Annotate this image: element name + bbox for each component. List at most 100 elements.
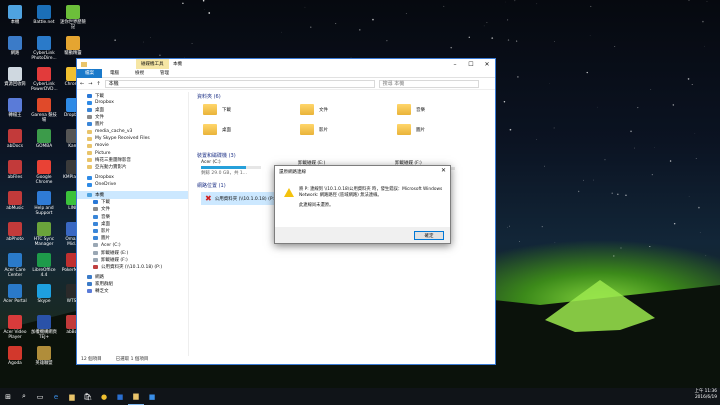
- start-icon[interactable]: ⊞: [0, 388, 16, 405]
- group-network[interactable]: 網路位置 (1): [193, 181, 226, 189]
- folder-item[interactable]: 影片: [300, 124, 328, 135]
- desktop-icon[interactable]: 本機: [2, 5, 28, 25]
- app-icon: [8, 222, 22, 236]
- nav-item[interactable]: OneDrive: [77, 181, 188, 188]
- desktop-icon[interactable]: 加權機構網頁TEJ+: [31, 315, 57, 340]
- nav-icon: [87, 182, 92, 187]
- group-folders[interactable]: 資料夾 (6): [193, 92, 493, 100]
- nav-item[interactable]: 公用資料夾 (\\10.1.0.18) (P:): [77, 263, 188, 270]
- search-input[interactable]: 搜尋 本機: [378, 79, 479, 88]
- back-icon[interactable]: ←: [80, 81, 84, 87]
- nav-item[interactable]: movie: [77, 142, 188, 149]
- explorer-active-icon[interactable]: ▆: [128, 388, 144, 405]
- desktop-icon[interactable]: Acer Care Center: [2, 253, 28, 278]
- desktop-icon[interactable]: GOMBA: [31, 129, 57, 149]
- desktop-icon[interactable]: CyberLink PowerDVD...: [31, 67, 58, 92]
- tab-computer[interactable]: 電腦: [102, 70, 127, 76]
- contextual-tab[interactable]: 磁碟機工具: [136, 59, 169, 69]
- close-button[interactable]: ✕: [479, 59, 495, 69]
- navigation-pane[interactable]: 下載 Dropbox 桌面 文件 圖片 media_cache_v3 My Skype Re…: [77, 92, 189, 356]
- edge-icon[interactable]: e: [48, 388, 64, 405]
- desktop-icon[interactable]: abDocs: [2, 129, 28, 149]
- store-icon[interactable]: 🛍: [80, 388, 96, 405]
- desktop-icon[interactable]: 網路: [2, 36, 28, 56]
- nav-icon: [87, 289, 92, 294]
- nav-item[interactable]: 圖片: [77, 235, 188, 242]
- search-icon[interactable]: ⌕: [16, 388, 32, 405]
- address-field[interactable]: 本機: [104, 79, 375, 88]
- desktop-icon[interactable]: Acer Video Player: [2, 315, 28, 340]
- desktop-icon[interactable]: abPhoto: [2, 222, 28, 242]
- desktop-icon[interactable]: Acer Portal: [2, 284, 28, 304]
- desktop-icon[interactable]: LibreOffice 4.4: [31, 253, 57, 278]
- desktop-icon[interactable]: 迷你世界歷險記: [60, 5, 86, 30]
- folder-item[interactable]: 音樂: [397, 104, 425, 115]
- network-drive-item[interactable]: ✖ 公用資料夾 (\\10.1.0.18) (P:): [201, 192, 280, 205]
- nav-item[interactable]: 文件: [77, 206, 188, 213]
- nav-item[interactable]: 文件: [77, 114, 188, 121]
- nav-item[interactable]: Dropbox: [77, 99, 188, 106]
- nav-item[interactable]: 桌面: [77, 106, 188, 113]
- desktop-icon[interactable]: Garena 競技場: [31, 98, 57, 123]
- forward-icon[interactable]: →: [88, 81, 92, 87]
- nav-icon: [93, 228, 98, 233]
- task-view-icon[interactable]: ▭: [32, 388, 48, 405]
- desktop-icon[interactable]: Google Chrome: [31, 160, 57, 185]
- nav-icon: [87, 143, 92, 148]
- nav-item[interactable]: 下載: [77, 199, 188, 206]
- outlook-icon[interactable]: ■: [112, 388, 128, 405]
- maximize-button[interactable]: ☐: [463, 59, 479, 69]
- chrome-icon[interactable]: ●: [96, 388, 112, 405]
- desktop-icon[interactable]: Agoda: [2, 346, 28, 366]
- nav-item[interactable]: media_cache_v3: [77, 128, 188, 135]
- tab-file[interactable]: 檔案: [77, 68, 102, 78]
- nav-item[interactable]: My Skype Received Files: [77, 135, 188, 142]
- title-bar[interactable]: 磁碟機工具 本機 – ☐ ✕: [77, 59, 495, 69]
- nav-item[interactable]: 影片: [77, 227, 188, 234]
- desktop-icon[interactable]: 驅動精靈: [60, 36, 86, 56]
- nav-item[interactable]: 下載: [77, 92, 188, 99]
- drive-item[interactable]: Acer (C:) 剩餘 29.0 GB，共 1...: [201, 160, 261, 176]
- nav-item[interactable]: 卸載磁碟 (F:): [77, 256, 188, 263]
- tab-manage[interactable]: 管理: [152, 70, 177, 76]
- nav-item[interactable]: Picture: [77, 150, 188, 157]
- desktop-icon[interactable]: HTC Sync Manager: [31, 222, 57, 247]
- close-icon[interactable]: ✕: [441, 167, 446, 174]
- nav-item[interactable]: 梅花三重團隊影音: [77, 157, 188, 164]
- ok-button[interactable]: 確定: [414, 231, 444, 240]
- nav-item[interactable]: 家用群組: [77, 281, 188, 288]
- nav-item[interactable]: 卸載磁碟 (E:): [77, 249, 188, 256]
- desktop-icon[interactable]: abFiles: [2, 160, 28, 180]
- up-icon[interactable]: ↑: [96, 81, 100, 87]
- folder-item[interactable]: 圖片: [397, 124, 425, 135]
- minimize-button[interactable]: –: [447, 59, 463, 69]
- nav-item[interactable]: 亞光動力實影片: [77, 164, 188, 171]
- desktop-icon[interactable]: Skype: [31, 284, 57, 304]
- group-drives[interactable]: 裝置和磁碟機 (3): [193, 151, 236, 159]
- desktop-icon[interactable]: 轉檔王: [2, 98, 28, 118]
- restore-connection-dialog[interactable]: 還原網路連線 ✕ 將 P: 連線到 \\10.1.0.18\公用資料夾 時，發生…: [274, 165, 451, 244]
- desktop-icon[interactable]: CyberLink PhotoDire...: [31, 36, 57, 61]
- desktop-icon[interactable]: 資源回收筒: [2, 67, 28, 87]
- file-explorer-icon[interactable]: ▆: [64, 388, 80, 405]
- nav-item[interactable]: 音樂: [77, 213, 188, 220]
- tab-view[interactable]: 檢視: [127, 70, 152, 76]
- nav-item[interactable]: 本機: [77, 191, 188, 199]
- folder-item[interactable]: 文件: [300, 104, 328, 115]
- nav-item[interactable]: Dropbox: [77, 174, 188, 181]
- nav-item[interactable]: 轉乏文: [77, 288, 188, 295]
- clock[interactable]: 上午 11:36 2016/6/19: [695, 389, 717, 401]
- app-icon[interactable]: ■: [144, 388, 160, 405]
- nav-item[interactable]: 桌面: [77, 220, 188, 227]
- nav-item[interactable]: Acer (C:): [77, 242, 188, 249]
- folder-item[interactable]: 下載: [203, 104, 231, 115]
- desktop-icon[interactable]: abMusic: [2, 191, 28, 211]
- folder-item[interactable]: 桌面: [203, 124, 231, 135]
- dialog-message: 將 P: 連線到 \\10.1.0.18\公用資料夾 時，發生錯誤：Micros…: [299, 187, 443, 198]
- nav-item[interactable]: 圖片: [77, 121, 188, 128]
- desktop-icon[interactable]: Battle.net: [31, 5, 57, 25]
- dialog-title-bar: 還原網路連線 ✕: [279, 167, 446, 175]
- desktop-icon[interactable]: 英雄聯盟: [31, 346, 57, 366]
- desktop-icon[interactable]: Help and Support: [31, 191, 57, 216]
- nav-item[interactable]: 網路: [77, 274, 188, 281]
